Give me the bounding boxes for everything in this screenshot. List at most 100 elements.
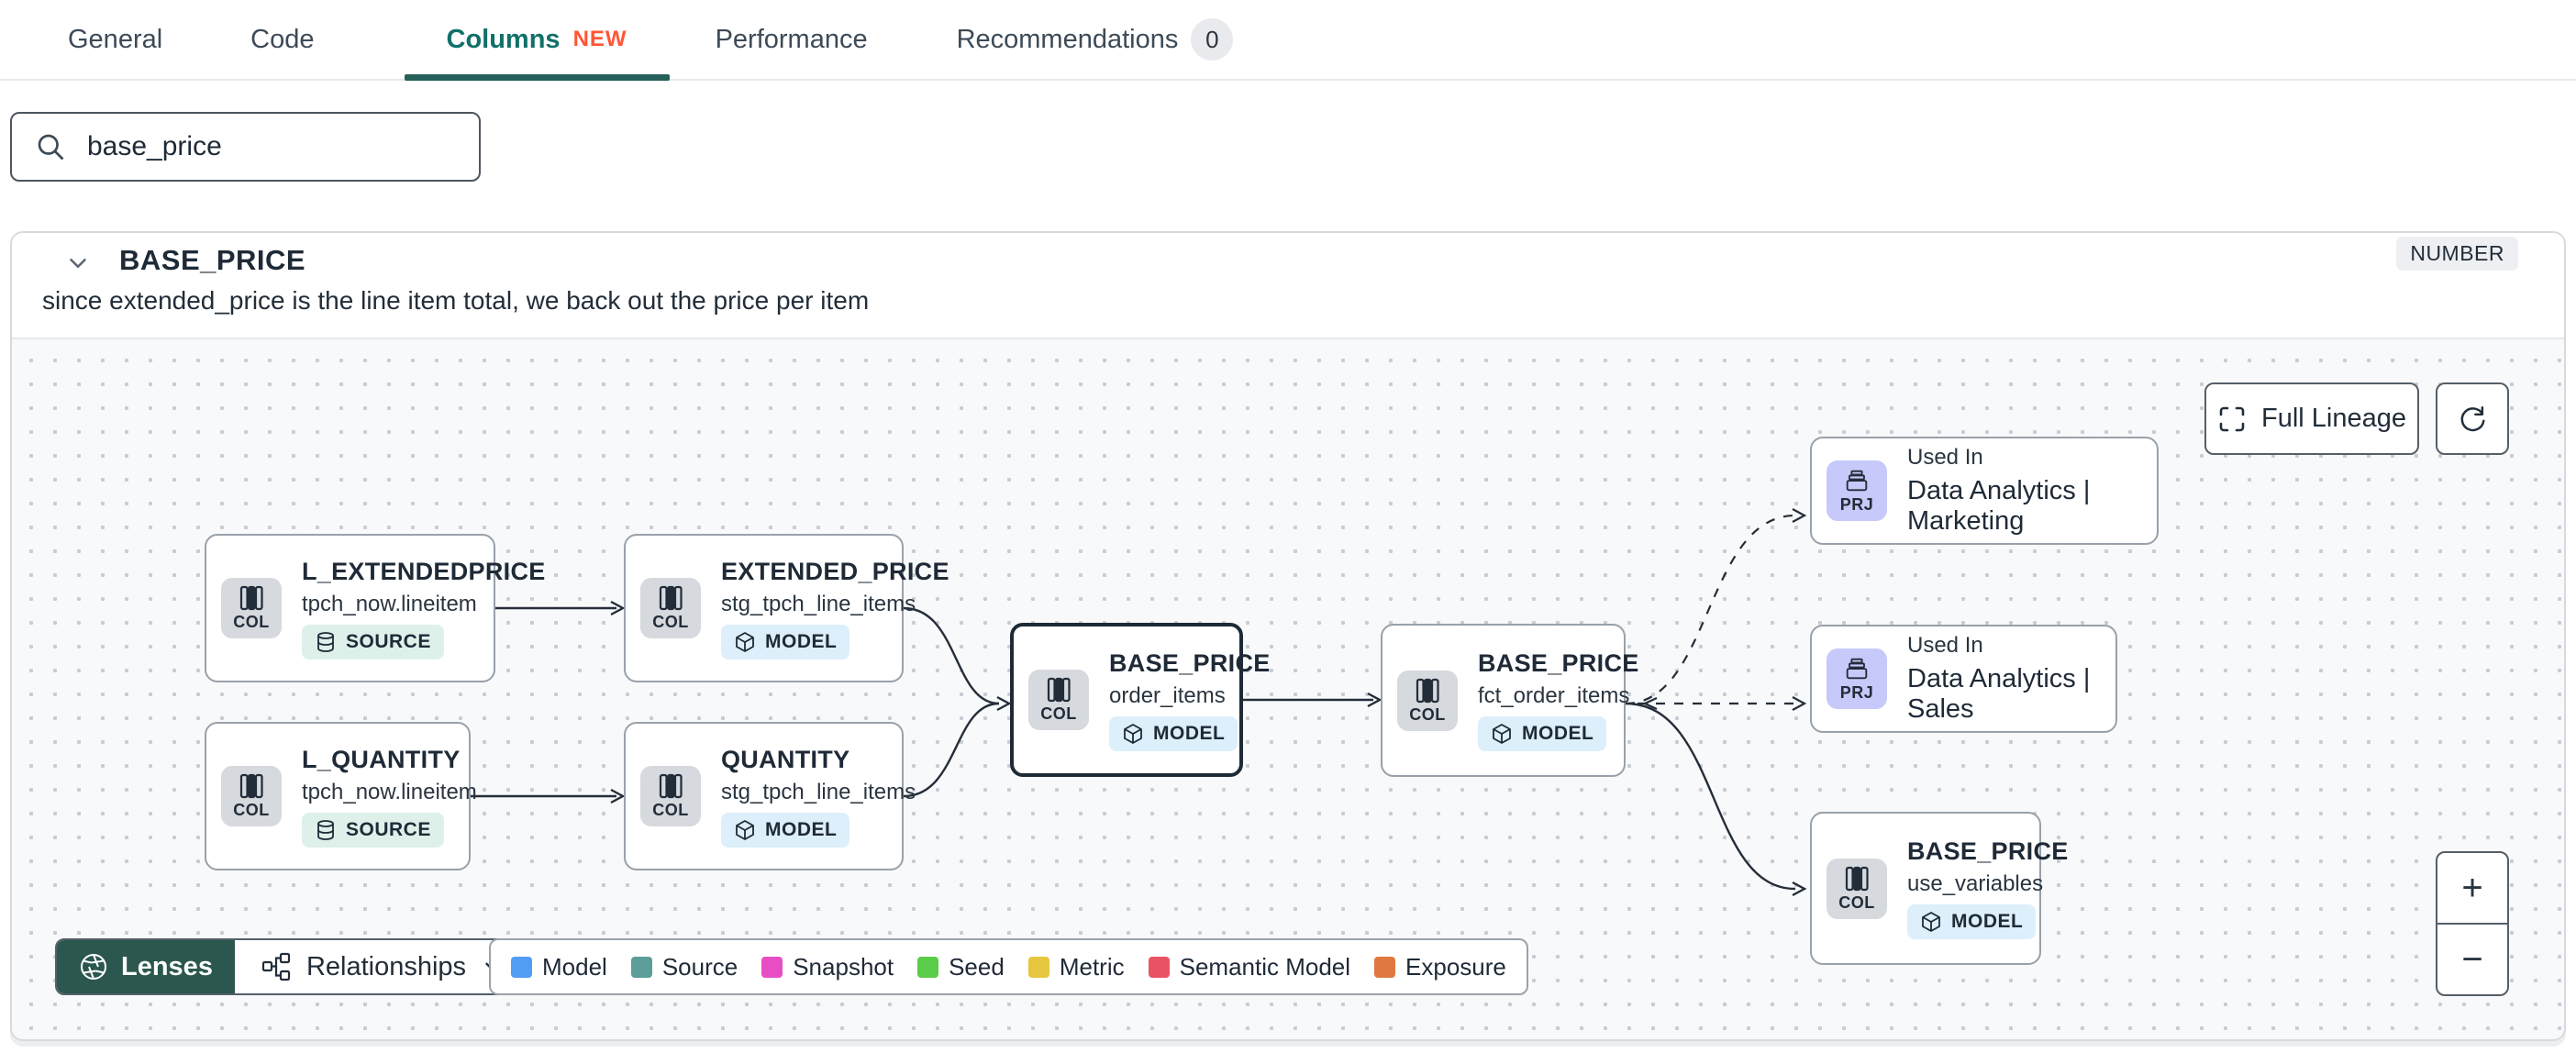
columns-icon xyxy=(1045,676,1072,704)
project-stack-icon xyxy=(1843,655,1871,682)
node-title: L_QUANTITY xyxy=(302,745,461,773)
legend-item-metric: Metric xyxy=(1027,952,1125,981)
node-title: BASE_PRICE xyxy=(1907,837,2069,865)
node-body: QUANTITY stg_tpch_line_items MODEL xyxy=(721,746,932,848)
lineage-node-used-in-sales[interactable]: PRJ Used In Data Analytics | Sales xyxy=(1810,625,2117,733)
legend-item-model: Model xyxy=(511,953,607,981)
node-subtitle: fct_order_items xyxy=(1478,683,1630,708)
column-panel: BASE_PRICE NUMBER since extended_price i… xyxy=(10,231,2566,1041)
project-chip: PRJ xyxy=(1827,460,1887,521)
legend-swatch-model xyxy=(511,956,532,978)
lineage-node-base-price-fct-order-items[interactable]: COL BASE_PRICE fct_order_items MODEL xyxy=(1381,624,1638,777)
database-icon xyxy=(315,631,337,653)
resource-badge: MODEL xyxy=(1478,716,1607,751)
resource-badge-label: SOURCE xyxy=(346,818,431,840)
column-search-box[interactable] xyxy=(10,112,481,182)
tab-general[interactable]: General xyxy=(68,0,162,79)
relationships-label: Relationships xyxy=(305,951,467,981)
resource-badge-label: SOURCE xyxy=(346,630,431,652)
used-in-label: Used In xyxy=(1907,445,1983,470)
tab-bar: General Code Columns NEW Performance Rec… xyxy=(0,0,2576,81)
lenses-button[interactable]: Lenses xyxy=(57,940,235,993)
legend-label: Metric xyxy=(1059,952,1125,981)
lineage-node-l-extendedprice[interactable]: COL L_EXTENDEDPRICE tpch_now.lineitem SO… xyxy=(205,534,545,682)
node-title: L_EXTENDEDPRICE xyxy=(302,557,546,585)
chip-label: COL xyxy=(233,801,270,819)
legend-swatch-snapshot xyxy=(761,956,783,978)
legend-swatch-source xyxy=(630,956,652,978)
tab-performance[interactable]: Performance xyxy=(716,0,868,79)
column-description: since extended_price is the line item to… xyxy=(42,286,870,315)
legend-item-semantic-model: Semantic Model xyxy=(1148,952,1351,981)
columns-icon xyxy=(657,772,684,800)
chip-label: COL xyxy=(652,801,689,819)
node-subtitle: use_variables xyxy=(1907,871,2044,896)
expand-icon xyxy=(2217,405,2247,434)
lineage-node-base-price-order-items[interactable]: COL BASE_PRICE order_items MODEL xyxy=(1010,623,1270,777)
lineage-node-quantity[interactable]: COL QUANTITY stg_tpch_line_items MODEL xyxy=(624,722,916,870)
node-body: L_EXTENDEDPRICE tpch_now.lineitem SOURCE xyxy=(302,558,562,660)
node-body: L_QUANTITY tpch_now.lineitem SOURCE xyxy=(302,746,494,848)
lineage-node-used-in-marketing[interactable]: PRJ Used In Data Analytics | Marketing xyxy=(1810,437,2159,545)
legend-label: Snapshot xyxy=(793,952,894,981)
node-title: BASE_PRICE xyxy=(1109,648,1271,677)
legend-label: Seed xyxy=(949,952,1005,981)
legend-label: Model xyxy=(542,952,607,981)
columns-icon xyxy=(657,584,684,612)
lineage-node-extended-price[interactable]: COL EXTENDED_PRICE stg_tpch_line_items M… xyxy=(624,534,949,682)
column-chip: COL xyxy=(640,766,701,826)
resource-type-legend: Model Source Snapshot Seed Metric Semant… xyxy=(489,938,1528,995)
legend-swatch-metric xyxy=(1027,956,1049,978)
tab-code[interactable]: Code xyxy=(250,0,314,79)
node-title: EXTENDED_PRICE xyxy=(721,557,949,585)
cube-icon xyxy=(734,819,756,841)
legend-label: Semantic Model xyxy=(1179,952,1351,981)
active-tab-underline xyxy=(404,74,670,81)
new-badge: NEW xyxy=(572,27,627,51)
lineage-canvas[interactable]: COL L_EXTENDEDPRICE tpch_now.lineitem SO… xyxy=(12,338,2564,1039)
tab-columns[interactable]: Columns NEW xyxy=(404,0,670,81)
chip-label: COL xyxy=(1040,704,1077,723)
tab-recommendations-label: Recommendations xyxy=(956,24,1179,54)
node-body: Used In Data Analytics | Marketing xyxy=(1907,445,2157,537)
lineage-node-base-price-use-variables[interactable]: COL BASE_PRICE use_variables MODEL xyxy=(1810,812,2068,965)
collapse-chevron-icon[interactable] xyxy=(64,249,92,277)
lenses-control-group: Lenses Relationships xyxy=(55,938,533,995)
search-input[interactable] xyxy=(87,131,457,162)
node-title: QUANTITY xyxy=(721,745,850,773)
refresh-button[interactable] xyxy=(2436,382,2509,455)
tab-recommendations[interactable]: Recommendations 0 xyxy=(957,0,1234,79)
node-subtitle: tpch_now.lineitem xyxy=(302,779,477,804)
full-lineage-button[interactable]: Full Lineage xyxy=(2204,382,2419,455)
column-title: BASE_PRICE xyxy=(119,244,306,276)
lineage-node-l-quantity[interactable]: COL L_QUANTITY tpch_now.lineitem SOURCE xyxy=(205,722,477,870)
zoom-out-button[interactable]: − xyxy=(2437,925,2507,994)
node-subtitle: stg_tpch_line_items xyxy=(721,779,916,804)
node-body: EXTENDED_PRICE stg_tpch_line_items MODEL xyxy=(721,558,966,660)
relationships-graph-icon xyxy=(261,951,292,982)
column-chip: COL xyxy=(221,578,282,638)
node-subtitle: tpch_now.lineitem xyxy=(302,591,477,616)
legend-swatch-seed xyxy=(917,956,939,978)
resource-badge: MODEL xyxy=(721,812,850,848)
cube-icon xyxy=(1122,723,1144,745)
project-name: Data Analytics | Sales xyxy=(1907,664,2091,724)
columns-icon xyxy=(238,584,265,612)
chip-label: PRJ xyxy=(1839,683,1874,702)
resource-badge: SOURCE xyxy=(302,812,444,848)
resource-badge-label: MODEL xyxy=(1951,911,2024,932)
chip-label: COL xyxy=(1838,892,1875,912)
relationships-dropdown[interactable]: Relationships xyxy=(234,940,531,993)
zoom-in-button[interactable]: + xyxy=(2437,853,2507,925)
project-name: Data Analytics | Marketing xyxy=(1907,476,2091,536)
aperture-icon xyxy=(79,952,108,981)
legend-item-source: Source xyxy=(630,952,738,981)
columns-lineage-page: General Code Columns NEW Performance Rec… xyxy=(0,0,2576,1053)
resource-badge: MODEL xyxy=(1907,904,2037,939)
legend-label: Source xyxy=(661,952,738,981)
project-stack-icon xyxy=(1843,467,1871,494)
resource-badge-label: MODEL xyxy=(1522,723,1594,744)
resource-badge: MODEL xyxy=(1109,715,1238,751)
refresh-icon xyxy=(2457,404,2488,435)
column-chip: COL xyxy=(1028,670,1089,730)
